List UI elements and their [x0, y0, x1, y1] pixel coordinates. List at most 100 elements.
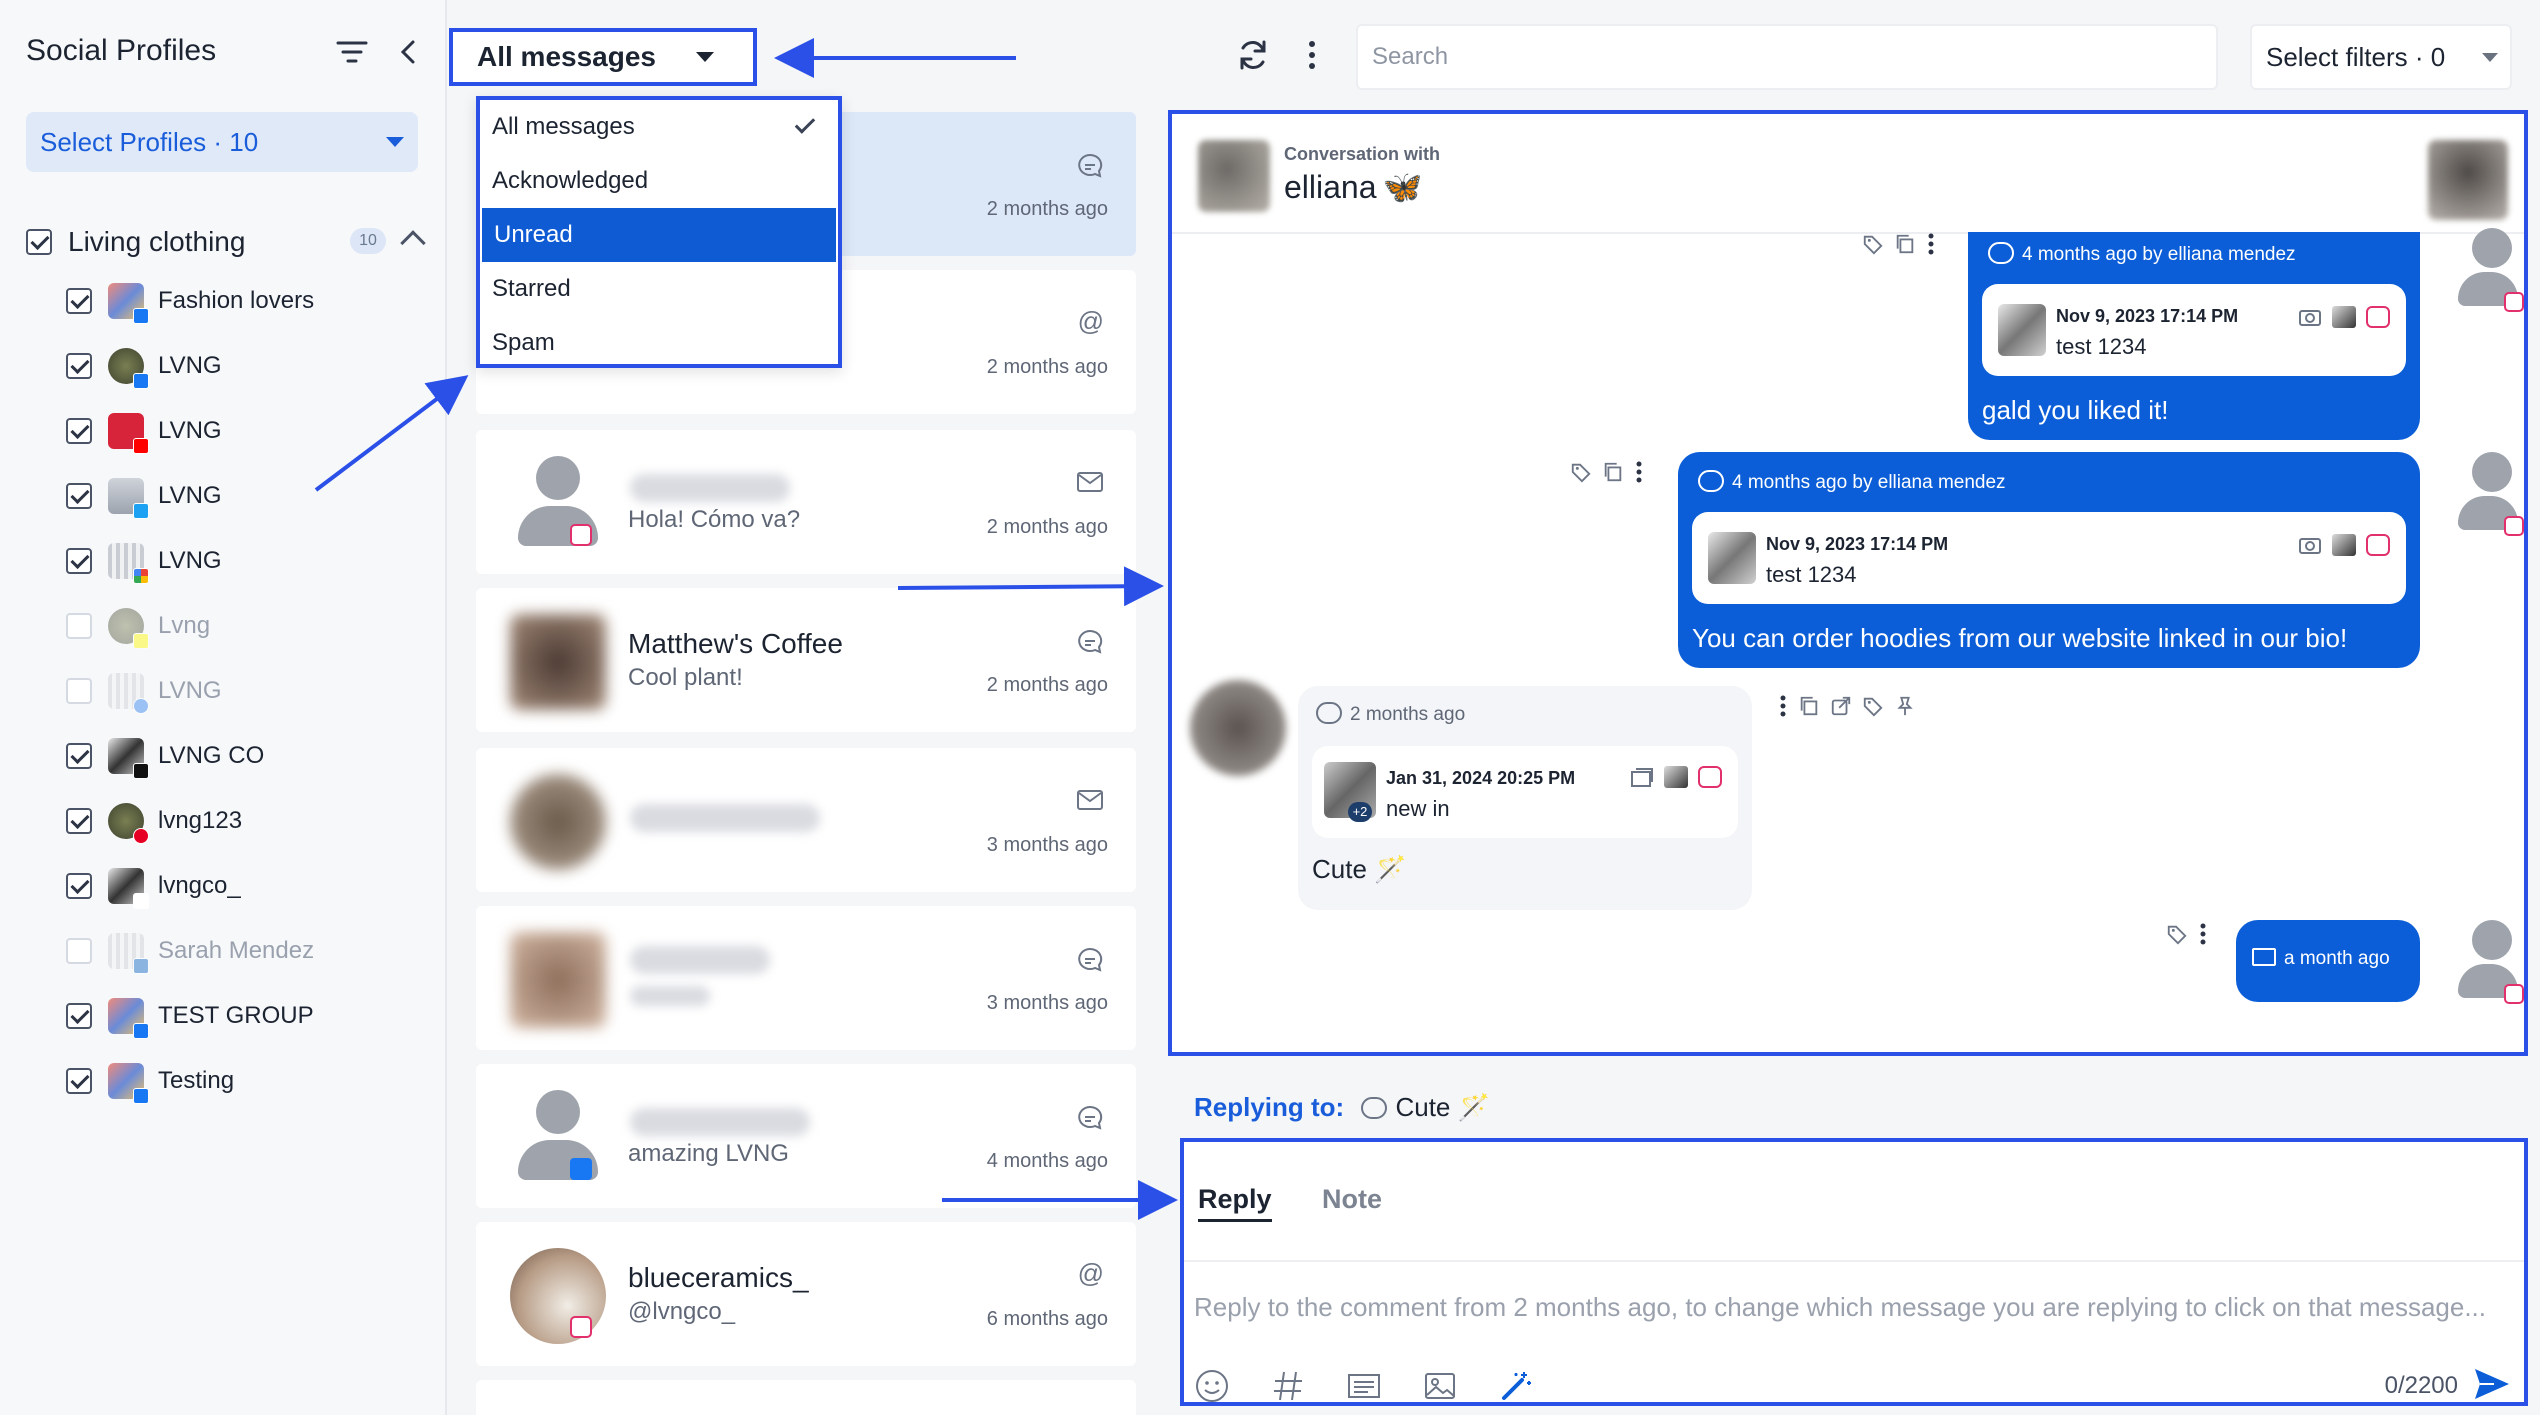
- profile-checkbox[interactable]: [66, 677, 92, 704]
- sidebar: Social Profiles Select Profiles · 10 Liv…: [0, 0, 447, 1415]
- quoted-post[interactable]: Nov 9, 2023 17:14 PM test 1234: [1982, 284, 2406, 376]
- profile-item[interactable]: LVNG: [66, 658, 446, 723]
- profile-item[interactable]: Fashion lovers: [66, 268, 446, 333]
- sent-message-bubble[interactable]: 4 months ago by elliana mendez Nov 9, 20…: [1678, 452, 2420, 668]
- list-item[interactable]: blueceramics_ @lvngco_ @ 6 months ago: [476, 1222, 1136, 1366]
- chevron-up-icon[interactable]: [400, 230, 426, 256]
- tag-icon[interactable]: [1570, 460, 1592, 484]
- refresh-icon[interactable]: [1236, 38, 1270, 72]
- tab-note[interactable]: Note: [1322, 1184, 1382, 1215]
- reply-textarea[interactable]: [1194, 1288, 2494, 1368]
- profile-item[interactable]: LVNG: [66, 528, 446, 593]
- menu-item-unread[interactable]: Unread: [482, 208, 836, 262]
- sent-message-bubble[interactable]: 4 months ago by elliana mendez Nov 9, 20…: [1968, 232, 2420, 440]
- hashtag-icon[interactable]: [1270, 1368, 1306, 1404]
- profile-item[interactable]: LVNG: [66, 333, 446, 398]
- list-item[interactable]: 3 months ago: [476, 748, 1136, 892]
- list-item[interactable]: [476, 1380, 1136, 1415]
- select-filters-dropdown[interactable]: Select filters · 0: [2250, 24, 2512, 90]
- message-filter-dropdown[interactable]: All messages: [449, 28, 757, 86]
- post-icons: [2298, 306, 2390, 328]
- message-text: Cute 🪄: [1312, 854, 1407, 884]
- more-vertical-icon[interactable]: [1926, 232, 1936, 256]
- menu-item-spam[interactable]: Spam: [480, 316, 838, 370]
- tag-icon[interactable]: [1862, 694, 1884, 718]
- profile-item[interactable]: TEST GROUP: [66, 983, 446, 1048]
- more-vertical-icon[interactable]: [1306, 40, 1318, 70]
- facebook-icon: [133, 372, 149, 389]
- profile-checkbox[interactable]: [66, 1002, 92, 1029]
- profile-group-living-clothing[interactable]: Living clothing 10: [26, 220, 426, 264]
- filter-icon[interactable]: [336, 38, 368, 66]
- message-text: gald you liked it!: [1982, 395, 2169, 425]
- tab-reply[interactable]: Reply: [1198, 1184, 1272, 1222]
- profile-checkbox[interactable]: [66, 417, 92, 444]
- message-time: 6 months ago: [986, 1308, 1108, 1330]
- more-vertical-icon[interactable]: [1778, 694, 1788, 718]
- profile-item[interactable]: LVNG: [66, 463, 446, 528]
- profile-item[interactable]: Lvng: [66, 593, 446, 658]
- more-vertical-icon[interactable]: [1634, 460, 1644, 484]
- profile-checkbox[interactable]: [66, 612, 92, 639]
- collapse-chevron-icon[interactable]: [396, 38, 420, 66]
- tag-icon[interactable]: [1862, 232, 1884, 256]
- group-checkbox[interactable]: [26, 229, 52, 255]
- profile-checkbox[interactable]: [66, 287, 92, 314]
- profile-checkbox[interactable]: [66, 937, 92, 964]
- mention-icon: @: [1077, 306, 1104, 336]
- copy-icon[interactable]: [1602, 460, 1624, 484]
- sent-message-bubble[interactable]: a month ago: [2236, 920, 2420, 1002]
- profile-checkbox[interactable]: [66, 547, 92, 574]
- conversation-header: Conversation with elliana 🦋: [1172, 114, 2524, 234]
- profile-checkbox[interactable]: [66, 352, 92, 379]
- profile-checkbox[interactable]: [66, 1067, 92, 1094]
- profile-checkbox[interactable]: [66, 482, 92, 509]
- image-icon[interactable]: [1422, 1368, 1458, 1404]
- share-icon[interactable]: [1830, 694, 1852, 718]
- pin-icon[interactable]: [1894, 694, 1916, 718]
- contact-avatar: [1198, 140, 1270, 212]
- profile-item[interactable]: Testing: [66, 1048, 446, 1113]
- post-thumbnail: [1998, 304, 2046, 356]
- copy-icon[interactable]: [1894, 232, 1916, 256]
- mail-icon: [2252, 948, 2276, 966]
- instagram-icon: [570, 1316, 592, 1338]
- profile-label: Testing: [158, 1066, 235, 1094]
- magic-wand-icon[interactable]: [1498, 1368, 1534, 1404]
- profile-label: Sarah Mendez: [158, 936, 315, 964]
- menu-item-all-messages[interactable]: All messages: [480, 100, 838, 154]
- copy-icon[interactable]: [1798, 694, 1820, 718]
- post-icons: [2298, 534, 2390, 556]
- search-input[interactable]: [1356, 24, 2218, 90]
- select-profiles-dropdown[interactable]: Select Profiles · 10: [26, 112, 418, 172]
- tag-icon[interactable]: [2166, 922, 2188, 946]
- profile-item[interactable]: Sarah Mendez: [66, 918, 446, 983]
- profile-item[interactable]: lvngco_: [66, 853, 446, 918]
- instagram-icon: [570, 524, 592, 546]
- list-item[interactable]: Matthew's Coffee Cool plant! 2 months ag…: [476, 588, 1136, 732]
- menu-item-starred[interactable]: Starred: [480, 262, 838, 316]
- list-item[interactable]: 3 months ago: [476, 906, 1136, 1050]
- send-icon[interactable]: [2472, 1364, 2512, 1404]
- profile-item[interactable]: LVNG: [66, 398, 446, 463]
- profile-label: LVNG: [158, 416, 222, 444]
- pinterest-icon: [133, 827, 149, 844]
- camera-icon: [2299, 538, 2321, 554]
- profile-item[interactable]: LVNG CO: [66, 723, 446, 788]
- emoji-icon[interactable]: [1194, 1368, 1230, 1404]
- template-icon[interactable]: [1346, 1368, 1382, 1404]
- more-vertical-icon[interactable]: [2198, 922, 2208, 946]
- menu-item-acknowledged[interactable]: Acknowledged: [480, 154, 838, 208]
- list-item[interactable]: Hola! Cómo va? 2 months ago: [476, 430, 1136, 574]
- profile-checkbox[interactable]: [66, 742, 92, 769]
- mail-icon: [1077, 472, 1103, 492]
- profile-checkbox[interactable]: [66, 807, 92, 834]
- contact-avatar: [1190, 680, 1286, 776]
- list-item[interactable]: amazing LVNG 4 months ago: [476, 1064, 1136, 1208]
- sender-avatar: [2458, 228, 2524, 312]
- quoted-post[interactable]: +2 Jan 31, 2024 20:25 PM new in: [1312, 746, 1738, 838]
- received-message-bubble[interactable]: 2 months ago +2 Jan 31, 2024 20:25 PM ne…: [1298, 686, 1752, 910]
- profile-item[interactable]: lvng123: [66, 788, 446, 853]
- profile-checkbox[interactable]: [66, 872, 92, 899]
- quoted-post[interactable]: Nov 9, 2023 17:14 PM test 1234: [1692, 512, 2406, 604]
